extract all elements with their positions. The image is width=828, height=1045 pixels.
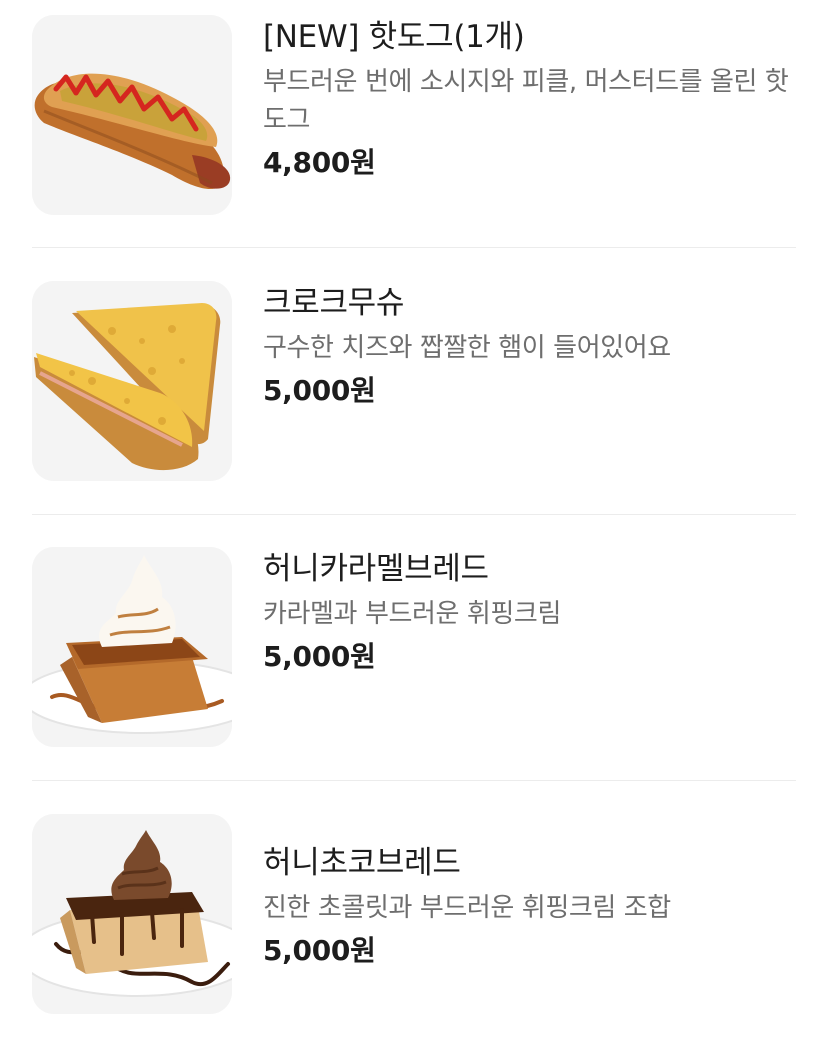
divider (32, 514, 796, 515)
menu-item-info: 크로크무슈 구수한 치즈와 짭짤한 햄이 들어있어요 5,000원 (263, 281, 796, 411)
menu-item-name: 크로크무슈 (263, 285, 405, 321)
hotdog-image (32, 15, 232, 215)
honey-choco-bread-image (32, 814, 232, 1014)
menu-item-description: 카라멜과 부드러운 휘핑크림 (263, 599, 561, 629)
menu-item-name: 허니초코브레드 (263, 845, 461, 881)
menu-item-price: 4,800원 (263, 146, 376, 179)
menu-item-info: [NEW] 핫도그(1개) 부드러운 번에 소시지와 피클, 머스터드를 올린 … (263, 15, 796, 183)
menu-item-info: 허니카라멜브레드 카라멜과 부드러운 휘핑크림 5,000원 (263, 547, 796, 677)
menu-item-price: 5,000원 (263, 934, 376, 967)
menu-item-info: 허니초코브레드 진한 초콜릿과 부드러운 휘핑크림 조합 5,000원 (263, 841, 796, 971)
menu-item-description: 구수한 치즈와 짭짤한 햄이 들어있어요 (263, 333, 671, 363)
divider (32, 780, 796, 781)
menu-item-honey-choco-bread[interactable]: 허니초코브레드 진한 초콜릿과 부드러운 휘핑크림 조합 5,000원 (32, 814, 796, 1014)
menu-item-hotdog[interactable]: [NEW] 핫도그(1개) 부드러운 번에 소시지와 피클, 머스터드를 올린 … (32, 15, 796, 215)
croque-monsieur-image (32, 281, 232, 481)
honey-caramel-bread-image (32, 547, 232, 747)
menu-item-price: 5,000원 (263, 640, 376, 673)
menu-list: [NEW] 핫도그(1개) 부드러운 번에 소시지와 피클, 머스터드를 올린 … (0, 0, 828, 1045)
menu-item-price: 5,000원 (263, 374, 376, 407)
menu-item-croque-monsieur[interactable]: 크로크무슈 구수한 치즈와 짭짤한 햄이 들어있어요 5,000원 (32, 281, 796, 481)
menu-item-name: 허니카라멜브레드 (263, 551, 489, 587)
divider (32, 247, 796, 248)
menu-item-description: 진한 초콜릿과 부드러운 휘핑크림 조합 (263, 893, 671, 923)
menu-item-description: 부드러운 번에 소시지와 피클, 머스터드를 올린 핫도그 (263, 67, 789, 135)
menu-item-name: [NEW] 핫도그(1개) (263, 19, 525, 55)
menu-item-honey-caramel-bread[interactable]: 허니카라멜브레드 카라멜과 부드러운 휘핑크림 5,000원 (32, 547, 796, 747)
